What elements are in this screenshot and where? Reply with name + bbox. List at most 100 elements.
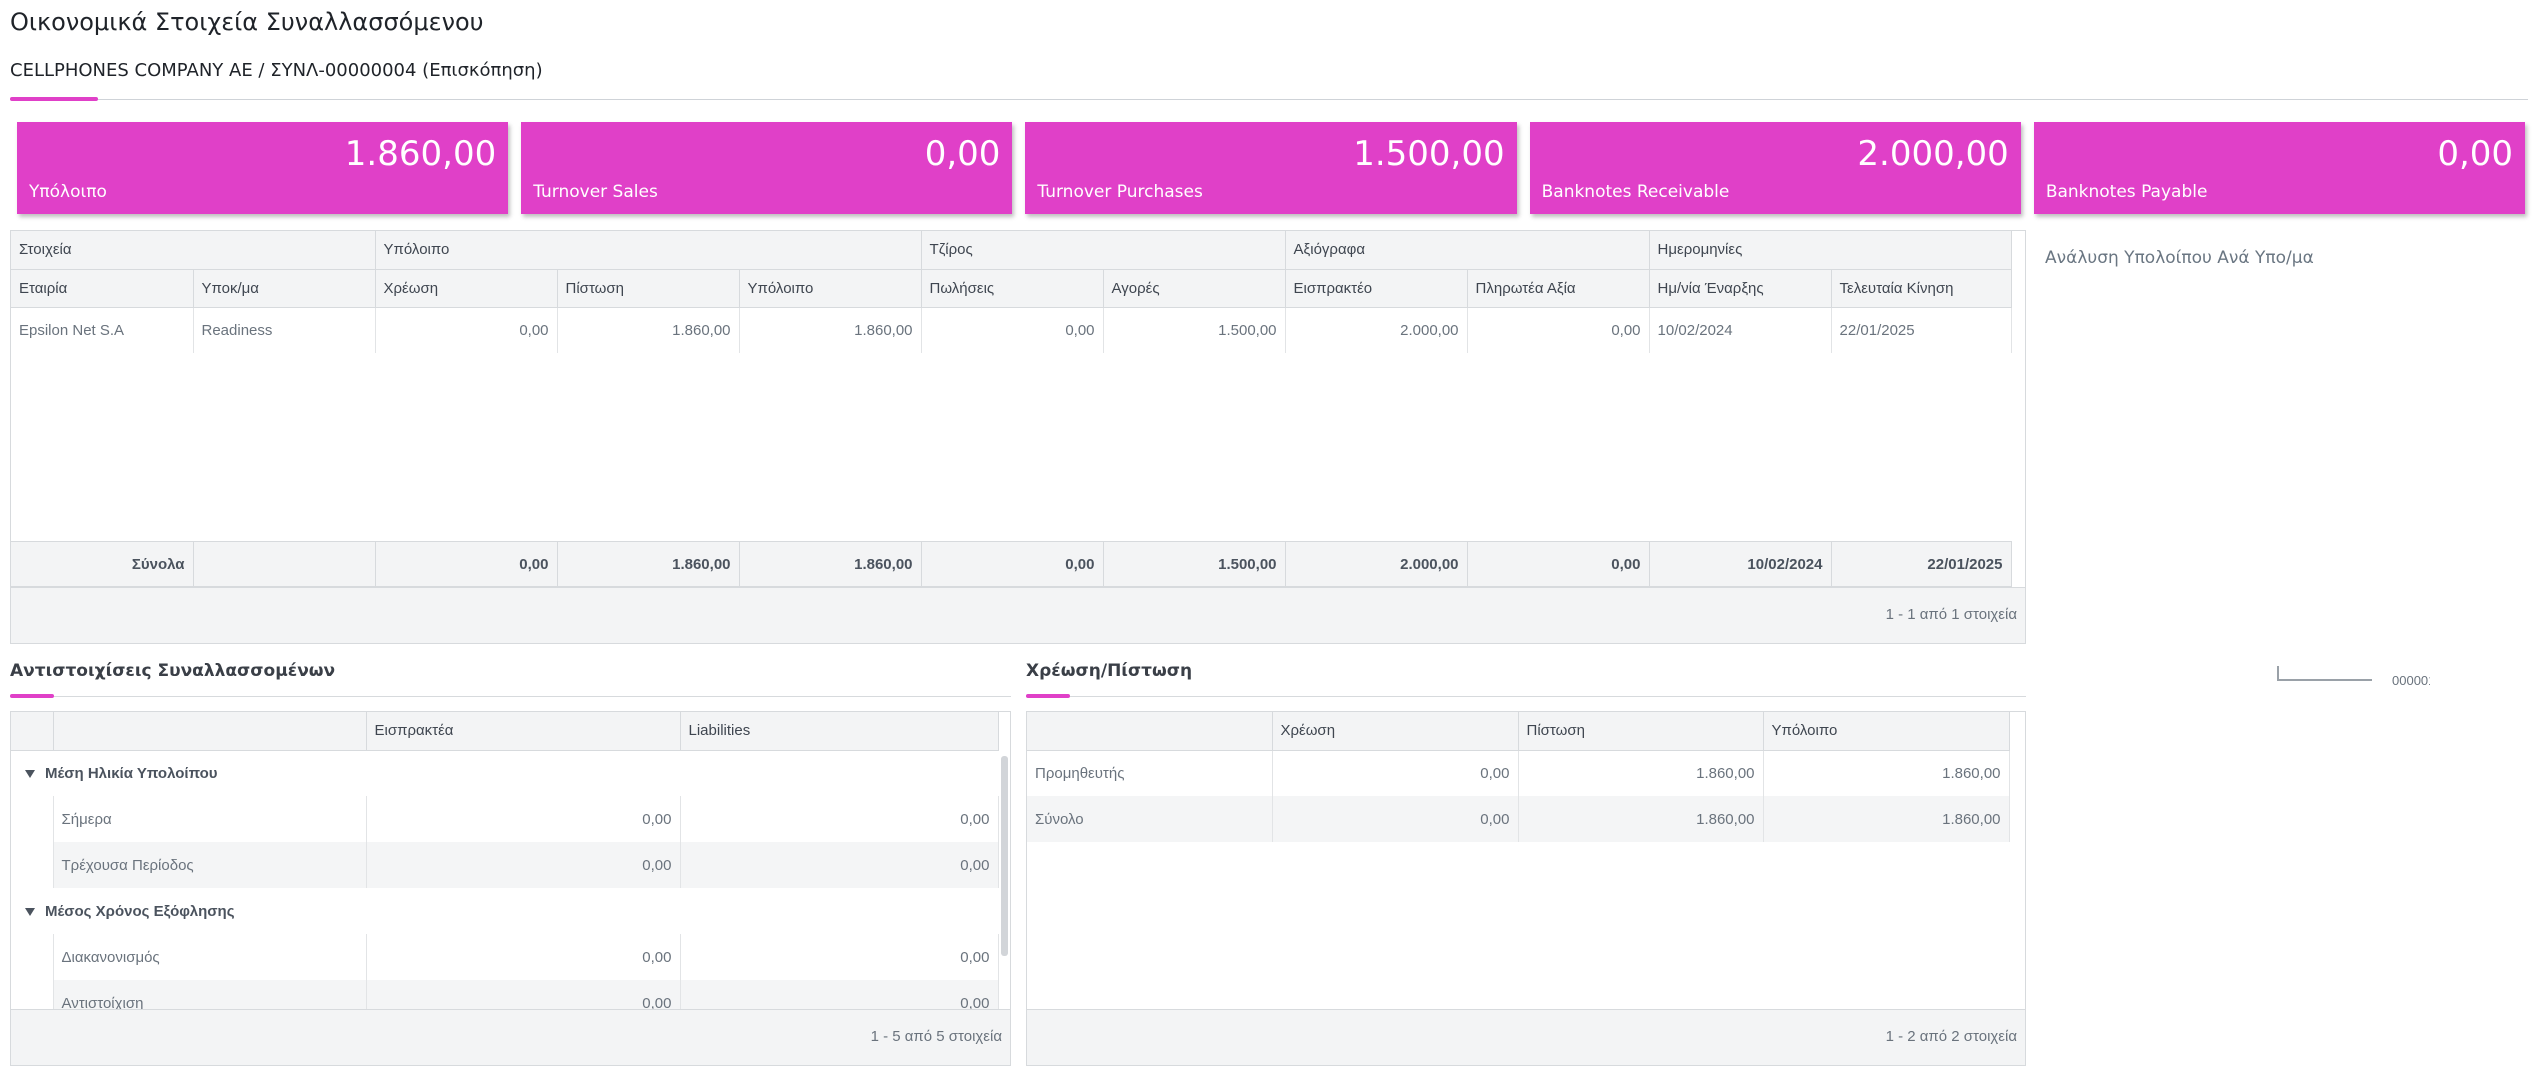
- column-header-sales[interactable]: Πωλήσεις: [921, 269, 1104, 308]
- section-divider: [1026, 696, 2026, 697]
- cell: Σήμερα: [53, 796, 367, 842]
- pager: 1 - 5 από 5 στοιχεία: [11, 1009, 1010, 1065]
- cell: Epsilon Net S.A: [11, 307, 194, 353]
- cell: 0,00: [375, 307, 558, 353]
- group-header-details[interactable]: Στοιχεία: [11, 231, 376, 270]
- column-header-debit[interactable]: Χρέωση: [375, 269, 558, 308]
- pie-chart: 000001: [2277, 666, 2430, 688]
- collapse-arrow-icon[interactable]: [25, 769, 35, 778]
- cell: Διακανονισμός: [53, 934, 367, 980]
- kpi-label: Turnover Purchases: [1037, 182, 1203, 202]
- cell: 0,00: [1272, 750, 1519, 796]
- column-header-last-movement[interactable]: Τελευταία Κίνηση: [1831, 269, 2012, 308]
- debit-credit-table: Χρέωση Πίστωση Υπόλοιπο Προμηθευτής 0,00…: [1027, 712, 2010, 842]
- table-row[interactable]: Διακανονισμός 0,00 0,00: [11, 934, 999, 980]
- legend-label: 000001: [2392, 673, 2430, 688]
- group-label: Μέση Ηλικία Υπολοίπου: [45, 764, 218, 782]
- group-header-turnover[interactable]: Τζίρος: [921, 231, 1286, 270]
- column-header-purchases[interactable]: Αγορές: [1103, 269, 1286, 308]
- cell: 1.500,00: [1103, 307, 1286, 353]
- pager: 1 - 1 από 1 στοιχεία: [11, 587, 2025, 643]
- kpi-card-banknotes-receivable[interactable]: 2.000,00 Banknotes Receivable: [1529, 122, 2021, 214]
- cell: 1.860,00: [1518, 796, 1764, 842]
- kpi-card-turnover-sales[interactable]: 0,00 Turnover Sales: [521, 122, 1013, 214]
- cell: 0,00: [1272, 796, 1519, 842]
- cell: Τρέχουσα Περίοδος: [53, 842, 367, 888]
- kpi-cards: 1.860,00 Υπόλοιπο 0,00 Turnover Sales 1.…: [17, 122, 2526, 214]
- pager-info: 1 - 1 από 1 στοιχεία: [1885, 606, 2017, 623]
- table-row[interactable]: Τρέχουσα Περίοδος 0,00 0,00: [11, 842, 999, 888]
- matchings-table: Εισπρακτέα Liabilities Μέση Ηλικία Υπολο…: [11, 712, 999, 1026]
- column-header-payable[interactable]: Πληρωτέα Αξία: [1467, 269, 1650, 308]
- cell: 1.500,00: [1103, 541, 1286, 587]
- kpi-value: 0,00: [924, 134, 1001, 174]
- kpi-label: Banknotes Receivable: [1541, 182, 1730, 202]
- indent-cell: [11, 796, 54, 842]
- group-header-securities[interactable]: Αξιόγραφα: [1285, 231, 1650, 270]
- cell: [193, 541, 376, 587]
- kpi-card-balance[interactable]: 1.860,00 Υπόλοιπο: [17, 122, 509, 214]
- collapse-arrow-icon[interactable]: [25, 907, 35, 916]
- cell: Σύνολο: [1027, 796, 1273, 842]
- subtitle-divider: [10, 99, 2528, 100]
- pager-info: 1 - 5 από 5 στοιχεία: [870, 1028, 1002, 1045]
- page-subtitle: CELLPHONES COMPANY AE / ΣΥΝΛ-00000004 (Ε…: [10, 60, 543, 81]
- column-header-liabilities[interactable]: Liabilities: [680, 712, 999, 751]
- column-header-receivables[interactable]: Εισπρακτέα: [366, 712, 681, 751]
- group-row-average-age[interactable]: Μέση Ηλικία Υπολοίπου: [11, 750, 998, 796]
- cell: Readiness: [193, 307, 376, 353]
- cell: 0,00: [1467, 307, 1650, 353]
- vertical-scrollbar[interactable]: [1001, 756, 1008, 956]
- group-header-dates[interactable]: Ημερομηνίες: [1649, 231, 2012, 270]
- table-row[interactable]: Σήμερα 0,00 0,00: [11, 796, 999, 842]
- column-header-expander: [11, 712, 54, 751]
- cell: 0,00: [366, 842, 681, 888]
- column-header-label: [53, 712, 367, 751]
- balance-table: Στοιχεία Υπόλοιπο Τζίρος Αξιόγραφα Ημερο…: [11, 231, 2012, 539]
- cell: 1.860,00: [739, 541, 922, 587]
- cell: 22/01/2025: [1831, 541, 2012, 587]
- pager: 1 - 2 από 2 στοιχεία: [1027, 1009, 2025, 1065]
- indent-cell: [11, 934, 54, 980]
- cell: 0,00: [680, 796, 999, 842]
- kpi-label: Banknotes Payable: [2045, 182, 2208, 202]
- column-header-company[interactable]: Εταιρία: [11, 269, 194, 308]
- column-header-credit[interactable]: Πίστωση: [557, 269, 740, 308]
- section-divider: [10, 696, 1011, 697]
- empty-area: [11, 353, 2011, 539]
- cell: 0,00: [1467, 541, 1650, 587]
- column-header-receivable[interactable]: Εισπρακτέο: [1285, 269, 1468, 308]
- cell: 0,00: [366, 796, 681, 842]
- balance-grid: Στοιχεία Υπόλοιπο Τζίρος Αξιόγραφα Ημερο…: [10, 230, 2026, 644]
- cell: 0,00: [921, 307, 1104, 353]
- group-header-balance[interactable]: Υπόλοιπο: [375, 231, 922, 270]
- column-header-credit[interactable]: Πίστωση: [1518, 712, 1764, 751]
- table-row[interactable]: Epsilon Net S.A Readiness 0,00 1.860,00 …: [11, 307, 2012, 353]
- table-row[interactable]: Προμηθευτής 0,00 1.860,00 1.860,00: [1027, 750, 2010, 796]
- group-label: Μέσος Χρόνος Εξόφλησης: [45, 902, 235, 920]
- section-title-matchings: Αντιστοιχίσεις Συναλλασσομένων: [10, 661, 336, 681]
- kpi-card-banknotes-payable[interactable]: 0,00 Banknotes Payable: [2033, 122, 2526, 214]
- indent-cell: [11, 842, 54, 888]
- cell: 1.860,00: [557, 541, 740, 587]
- cell: 1.860,00: [1763, 750, 2010, 796]
- subtitle-accent-bar: [10, 97, 98, 101]
- column-header-branch[interactable]: Υποκ/μα: [193, 269, 376, 308]
- column-header-balance[interactable]: Υπόλοιπο: [1763, 712, 2010, 751]
- cell: 10/02/2024: [1649, 307, 1832, 353]
- cell: 0,00: [680, 934, 999, 980]
- column-header-debit[interactable]: Χρέωση: [1272, 712, 1519, 751]
- kpi-label: Υπόλοιπο: [29, 182, 107, 202]
- group-row-average-payment-time[interactable]: Μέσος Χρόνος Εξόφλησης: [11, 888, 998, 934]
- column-header-balance[interactable]: Υπόλοιπο: [739, 269, 922, 308]
- kpi-card-turnover-purchases[interactable]: 1.500,00 Turnover Purchases: [1025, 122, 1517, 214]
- cell: 0,00: [366, 934, 681, 980]
- cell: 1.860,00: [1763, 796, 2010, 842]
- section-accent-bar: [10, 694, 54, 698]
- kpi-label: Turnover Sales: [533, 182, 658, 202]
- column-header-label: [1027, 712, 1273, 751]
- cell: 0,00: [921, 541, 1104, 587]
- column-header-start-date[interactable]: Ημ/νία Έναρξης: [1649, 269, 1832, 308]
- table-row[interactable]: Σύνολο 0,00 1.860,00 1.860,00: [1027, 796, 2010, 842]
- cell: Προμηθευτής: [1027, 750, 1273, 796]
